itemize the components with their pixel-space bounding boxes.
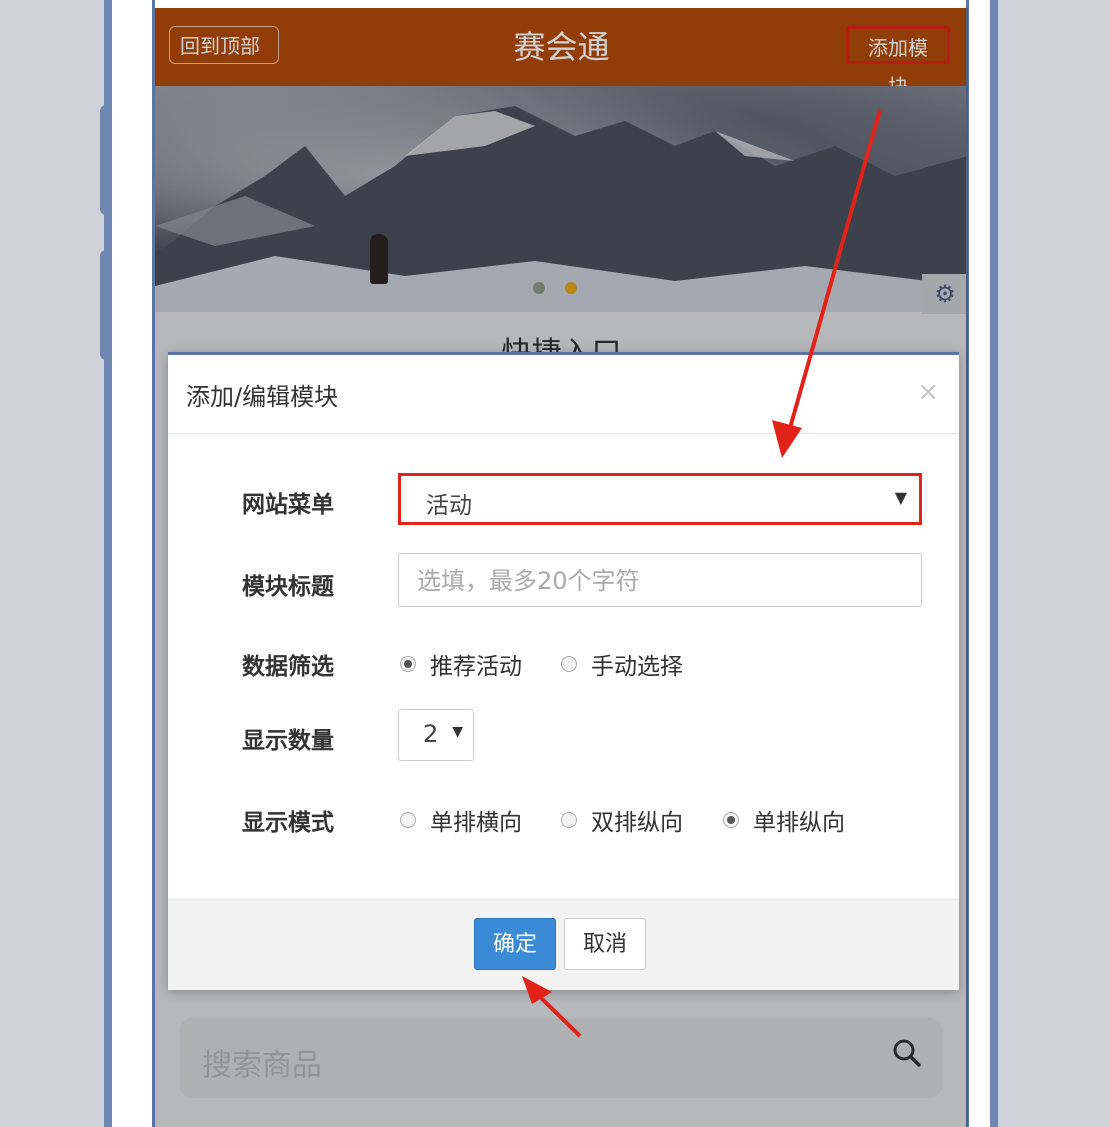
count-select-value: 2 [423, 720, 439, 748]
left-background [0, 0, 110, 1127]
count-select[interactable]: 2 ▼ [398, 709, 474, 761]
mode-option-double-vertical[interactable]: 双排纵向 [561, 803, 683, 837]
close-icon[interactable]: × [917, 377, 939, 407]
dialog-header: 添加/编辑模块 × [168, 355, 959, 434]
chevron-down-icon: ▼ [894, 488, 907, 507]
radio-unselected-icon [561, 656, 577, 672]
mode-option-label: 双排纵向 [591, 810, 683, 836]
chevron-down-icon: ▼ [452, 724, 463, 740]
left-rail-tab [100, 250, 112, 360]
mode-option-label: 单排纵向 [753, 810, 845, 836]
menu-label: 网站菜单 [242, 492, 334, 518]
radio-selected-icon [400, 656, 416, 672]
mode-option-single-horizontal[interactable]: 单排横向 [400, 803, 522, 837]
title-input-wrapper [398, 553, 922, 607]
radio-selected-icon [723, 812, 739, 828]
filter-label: 数据筛选 [242, 654, 334, 680]
filter-option-manual[interactable]: 手动选择 [561, 647, 683, 681]
title-label: 模块标题 [242, 574, 334, 600]
mode-label: 显示模式 [242, 810, 334, 836]
radio-unselected-icon [400, 812, 416, 828]
right-background [996, 0, 1110, 1127]
edit-module-dialog: 添加/编辑模块 × 网站菜单 活动 ▼ 模块标题 数据筛选 推荐活动 手动选择 … [168, 352, 959, 990]
dialog-footer: 确定 取消 [168, 899, 959, 990]
radio-unselected-icon [561, 812, 577, 828]
filter-option-label: 手动选择 [591, 654, 683, 680]
filter-option-recommended[interactable]: 推荐活动 [400, 647, 522, 681]
count-label: 显示数量 [242, 728, 334, 754]
menu-select-value: 活动 [426, 493, 472, 519]
confirm-button[interactable]: 确定 [474, 918, 556, 970]
module-title-input[interactable] [415, 566, 899, 596]
dialog-title: 添加/编辑模块 [186, 383, 339, 411]
mode-option-label: 单排横向 [430, 810, 522, 836]
filter-option-label: 推荐活动 [430, 654, 522, 680]
cancel-button[interactable]: 取消 [564, 918, 646, 970]
mode-option-single-vertical[interactable]: 单排纵向 [723, 803, 845, 837]
right-rail [990, 0, 998, 1127]
menu-select[interactable]: 活动 ▼ [398, 473, 922, 525]
left-rail-tab [100, 105, 112, 215]
